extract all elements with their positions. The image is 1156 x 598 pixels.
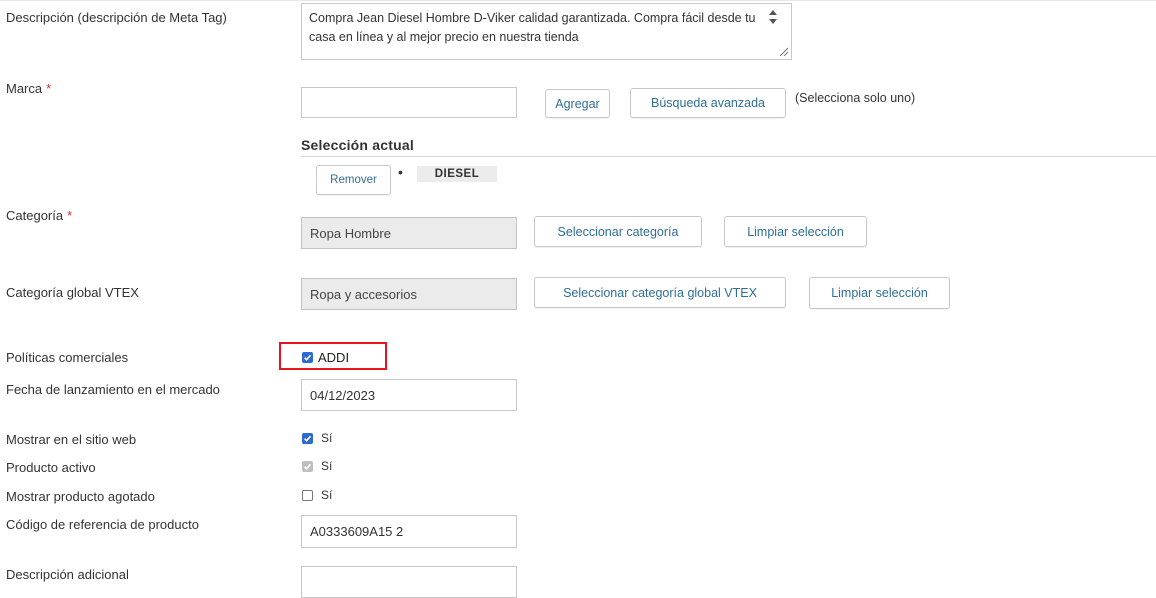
show-sold-out-option-label: Sí <box>321 488 333 502</box>
show-on-site-label: Mostrar en el sitio web <box>6 432 137 447</box>
global-category-value: Ropa y accesorios <box>310 286 417 302</box>
reference-code-label: Código de referencia de producto <box>6 517 199 532</box>
checkmark-icon <box>304 435 312 442</box>
scroll-up-arrow-icon[interactable] <box>769 10 777 15</box>
selected-brand-tag: DIESEL <box>417 166 497 182</box>
current-selection-title: Selección actual <box>301 137 414 153</box>
release-date-input[interactable]: 04/12/2023 <box>301 379 517 411</box>
select-global-category-button[interactable]: Seleccionar categoría global VTEX <box>534 277 786 308</box>
show-sold-out-checkbox[interactable] <box>302 489 313 501</box>
checkmark-icon <box>304 354 312 361</box>
global-category-label: Categoría global VTEX <box>6 285 139 300</box>
top-divider <box>0 0 1156 1</box>
checkmark-icon <box>304 463 312 470</box>
additional-description-label: Descripción adicional <box>6 567 129 582</box>
trade-policy-addi-option[interactable]: ADDI <box>302 350 349 365</box>
active-product-label: Producto activo <box>6 460 96 475</box>
select-category-button[interactable]: Seleccionar categoría <box>534 216 702 247</box>
meta-description-textarea[interactable]: Compra Jean Diesel Hombre D-Viker calida… <box>301 3 792 60</box>
active-product-option: Sí <box>302 459 332 473</box>
show-on-site-option-label: Sí <box>321 431 333 445</box>
selected-brand-text: DIESEL <box>434 168 480 180</box>
show-sold-out-label: Mostrar producto agotado <box>6 489 155 504</box>
show-sold-out-option[interactable]: Sí <box>302 488 332 502</box>
category-label-text: Categoría <box>6 208 64 223</box>
required-mark: * <box>46 81 52 96</box>
meta-description-label: Descripción (descripción de Meta Tag) <box>6 10 227 25</box>
brand-input[interactable] <box>301 87 517 118</box>
active-product-checkbox <box>302 460 313 472</box>
selection-bullet: • <box>398 164 403 180</box>
global-category-field: Ropa y accesorios <box>301 278 517 310</box>
reference-code-input[interactable]: A0333609A15 2 <box>301 515 517 548</box>
meta-description-text: Compra Jean Diesel Hombre D-Viker calida… <box>309 11 756 44</box>
release-date-label: Fecha de lanzamiento en el mercado <box>6 382 220 397</box>
brand-label-text: Marca <box>6 81 43 96</box>
clear-category-button[interactable]: Limpiar selección <box>724 216 867 247</box>
clear-global-category-button[interactable]: Limpiar selección <box>809 277 950 309</box>
remove-brand-button[interactable]: Remover <box>316 165 391 195</box>
addi-label: ADDI <box>318 350 350 365</box>
scroll-down-arrow-icon[interactable] <box>769 19 777 24</box>
add-brand-button[interactable]: Agregar <box>545 89 610 118</box>
release-date-value: 04/12/2023 <box>310 387 376 403</box>
show-on-site-option[interactable]: Sí <box>302 431 332 445</box>
brand-label: Marca * <box>6 81 51 96</box>
category-field: Ropa Hombre <box>301 217 517 249</box>
brand-hint: (Selecciona solo uno) <box>795 91 916 105</box>
reference-code-value: A0333609A15 2 <box>310 524 404 539</box>
show-on-site-checkbox[interactable] <box>302 432 313 444</box>
category-value: Ropa Hombre <box>310 225 391 241</box>
resize-handle-icon[interactable] <box>778 46 788 56</box>
additional-description-input[interactable] <box>301 566 517 598</box>
active-product-option-label: Sí <box>321 459 333 473</box>
category-label: Categoría * <box>6 208 72 223</box>
addi-checkbox[interactable] <box>302 352 313 363</box>
current-selection-divider <box>301 156 1156 157</box>
trade-policies-label: Políticas comerciales <box>6 350 129 365</box>
required-mark: * <box>67 208 73 223</box>
advanced-search-button[interactable]: Búsqueda avanzada <box>630 88 786 118</box>
